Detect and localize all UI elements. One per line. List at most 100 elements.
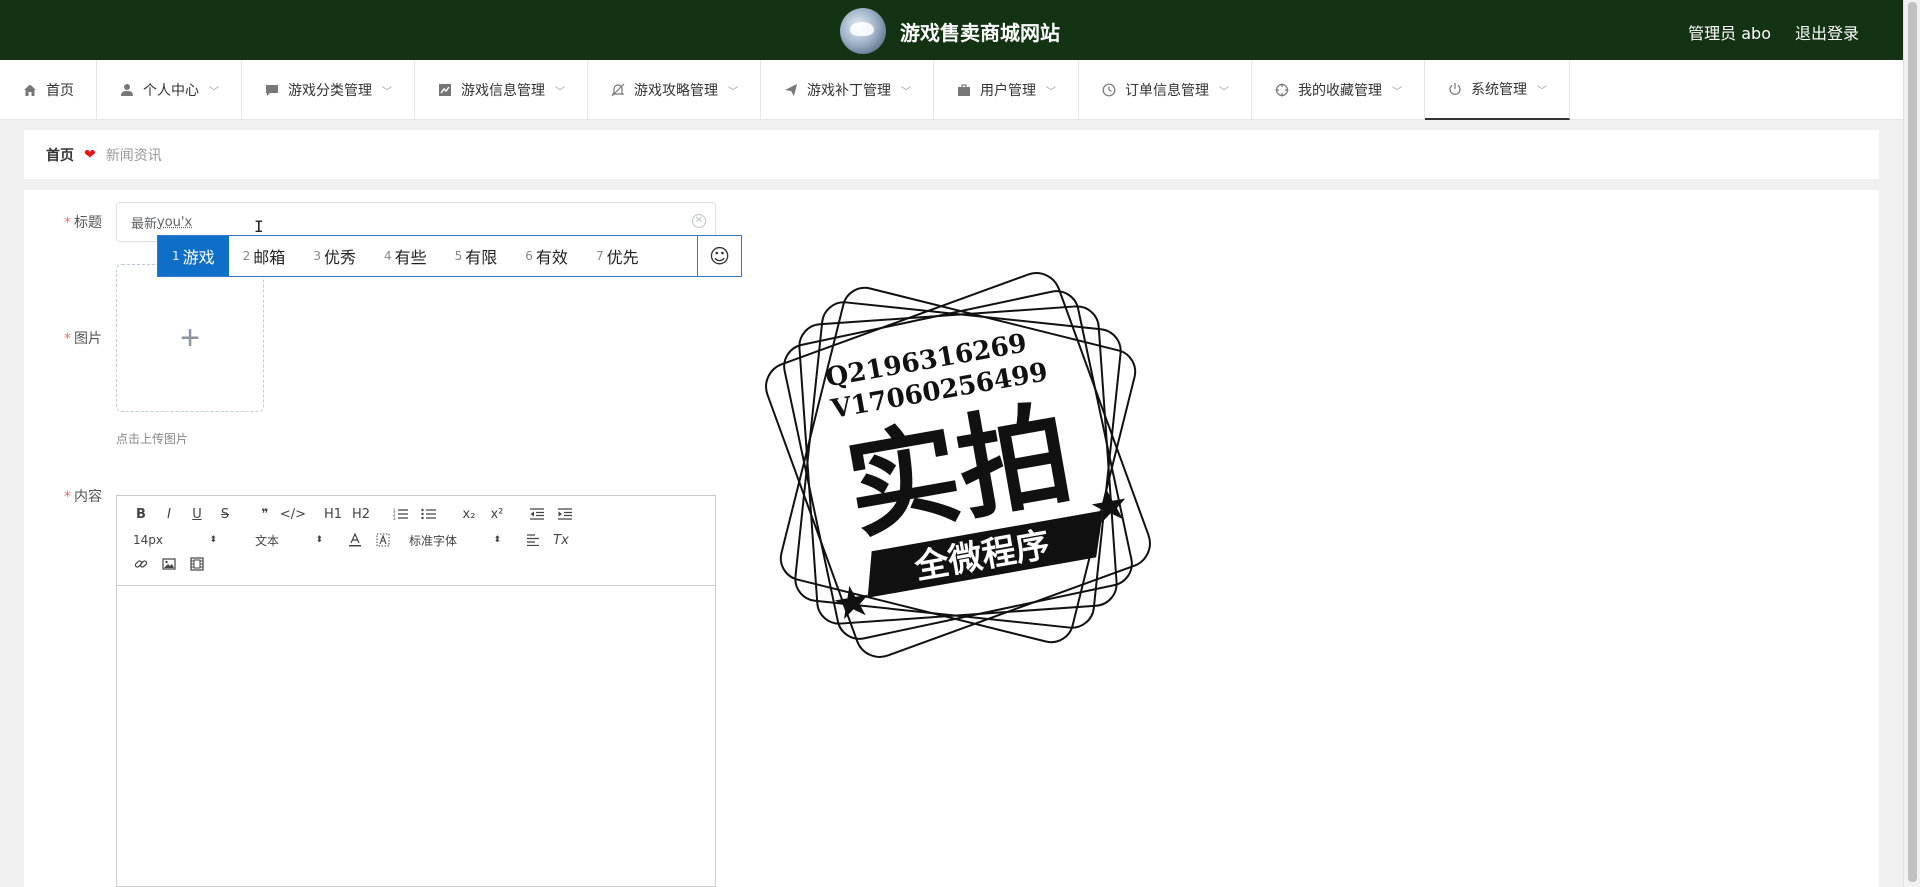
image-button[interactable] [155, 552, 183, 576]
image-upload-button[interactable]: + [116, 264, 264, 412]
nav-label: 订单信息管理 [1125, 83, 1209, 99]
candidate-text: 游戏 [182, 248, 215, 267]
user-icon [119, 82, 135, 98]
candidate-text: 优先 [606, 248, 639, 267]
brand: 游戏售卖商城网站 [840, 8, 1060, 54]
bold-button[interactable]: B [127, 502, 155, 526]
blockquote-button[interactable]: ❞ [251, 502, 279, 526]
emoji-icon[interactable]: ☺ [697, 236, 741, 276]
ime-candidate[interactable]: 7 优先 [582, 236, 653, 276]
rich-text-editor: B I U S ❞ </> H1 H2 123 x₂ x² 14px ⬍ 文本 … [116, 495, 716, 887]
link-button[interactable] [127, 552, 155, 576]
nav-label: 我的收藏管理 [1298, 83, 1382, 99]
nav-label: 系统管理 [1471, 82, 1527, 98]
scrollbar-thumb[interactable] [1908, 2, 1917, 882]
ordered-list-icon: 123 [393, 508, 408, 520]
outdent-button[interactable] [523, 502, 551, 526]
admin-user-label[interactable]: 管理员 abo [1688, 20, 1771, 44]
nav-item-system-management[interactable]: 系统管理 ﹀ [1425, 60, 1570, 120]
candidate-number: 1 [172, 249, 180, 263]
ime-candidate[interactable]: 2 邮箱 [229, 236, 300, 276]
chevron-down-icon: ﹀ [1046, 86, 1056, 98]
nav-item-game-guide[interactable]: 游戏攻略管理 ﹀ [588, 60, 761, 120]
chevron-down-icon: ﹀ [1392, 86, 1402, 98]
nav-label: 首页 [46, 83, 74, 99]
candidate-number: 6 [525, 249, 533, 263]
nav-item-home[interactable]: 首页 [0, 60, 97, 120]
select-arrows-icon: ⬍ [493, 535, 501, 545]
editor-content-area[interactable] [117, 586, 715, 886]
font-color-button[interactable] [341, 528, 369, 552]
clear-format-button[interactable]: Tx [547, 528, 575, 552]
select-arrows-icon: ⬍ [209, 535, 217, 545]
underline-button[interactable]: U [183, 502, 211, 526]
required-mark: * [64, 331, 71, 347]
ordered-list-button[interactable]: 123 [387, 502, 415, 526]
font-family-value: 标准字体 [409, 533, 458, 548]
superscript-button[interactable]: x² [483, 502, 511, 526]
editor-toolbar: B I U S ❞ </> H1 H2 123 x₂ x² 14px ⬍ 文本 … [117, 496, 715, 586]
video-button[interactable] [183, 552, 211, 576]
power-icon [1447, 81, 1463, 97]
h1-button[interactable]: H1 [319, 502, 347, 526]
breadcrumb-current: 新闻资讯 [105, 147, 162, 164]
user-area: 管理员 abo 退出登录 [1688, 20, 1859, 44]
breadcrumb-home[interactable]: 首页 [46, 145, 74, 165]
image-icon [162, 558, 176, 570]
ime-candidate[interactable]: 1 游戏 [158, 236, 229, 276]
clear-icon[interactable]: ✕ [692, 214, 706, 228]
nav-item-game-info[interactable]: 游戏信息管理 ﹀ [415, 60, 588, 120]
required-mark: * [64, 215, 71, 231]
background-color-button[interactable] [369, 528, 397, 552]
indent-icon [558, 508, 572, 520]
candidate-text: 有些 [394, 248, 427, 267]
title-composing-text: you'x [157, 214, 193, 230]
video-icon [190, 557, 204, 571]
ime-candidate-bar: 1 游戏 2 邮箱 3 优秀 4 有些 5 有限 6 有效 7 优先 ☺ [157, 235, 742, 277]
nav-label: 游戏补丁管理 [807, 83, 891, 99]
plus-icon: + [180, 318, 200, 357]
candidate-number: 7 [595, 249, 604, 263]
top-header: 游戏售卖商城网站 管理员 abo 退出登录 [0, 0, 1903, 60]
breadcrumb: 首页 ❤ 新闻资讯 [24, 130, 1879, 179]
chevron-down-icon: ﹀ [382, 86, 392, 98]
subscript-button[interactable]: x₂ [455, 502, 483, 526]
header-select[interactable]: 文本 ⬍ [235, 532, 323, 549]
chevron-down-icon: ﹀ [1219, 86, 1229, 98]
strike-button[interactable]: S [211, 502, 239, 526]
italic-button[interactable]: I [155, 502, 183, 526]
ime-candidate[interactable]: 6 有效 [511, 236, 582, 276]
title-label-text: 标题 [74, 215, 102, 231]
nav-item-personal-center[interactable]: 个人中心 ﹀ [97, 60, 242, 120]
align-left-icon [527, 534, 539, 546]
ime-candidate[interactable]: 3 优秀 [299, 236, 370, 276]
link-icon [134, 560, 148, 568]
home-icon [22, 82, 38, 98]
main-nav: 首页 个人中心 ﹀ 游戏分类管理 ﹀ 游戏信息管理 ﹀ 游戏攻略管理 ﹀ 游戏补… [0, 60, 1903, 120]
nav-item-game-patch[interactable]: 游戏补丁管理 ﹀ [761, 60, 934, 120]
send-icon [783, 82, 799, 98]
nav-item-game-category[interactable]: 游戏分类管理 ﹀ [242, 60, 415, 120]
font-family-select[interactable]: 标准字体 ⬍ [397, 532, 501, 549]
ime-candidate[interactable]: 4 有些 [370, 236, 441, 276]
align-button[interactable] [519, 528, 547, 552]
nav-label: 游戏分类管理 [288, 83, 372, 99]
nav-item-user-management[interactable]: 用户管理 ﹀ [934, 60, 1079, 120]
font-size-select[interactable]: 14px ⬍ [127, 533, 217, 547]
bullet-list-button[interactable] [415, 502, 443, 526]
nav-item-my-favorites[interactable]: 我的收藏管理 ﹀ [1252, 60, 1425, 120]
watermark-stamp: Q2196316269 V1706025649​9 实拍 全微程序 [765, 272, 1151, 658]
nav-item-order-info[interactable]: 订单信息管理 ﹀ [1079, 60, 1252, 120]
text-cursor-icon: I [254, 217, 264, 236]
content-label: * 内容 [64, 486, 102, 506]
vertical-scrollbar[interactable] [1903, 0, 1920, 887]
h2-button[interactable]: H2 [347, 502, 375, 526]
indent-button[interactable] [551, 502, 579, 526]
candidate-text: 邮箱 [253, 248, 286, 267]
background-color-icon [376, 533, 390, 547]
code-block-button[interactable]: </> [279, 502, 307, 526]
candidate-number: 5 [454, 249, 463, 263]
ime-candidate[interactable]: 5 有限 [441, 236, 512, 276]
logout-link[interactable]: 退出登录 [1795, 20, 1859, 44]
bullet-list-icon [421, 508, 436, 520]
